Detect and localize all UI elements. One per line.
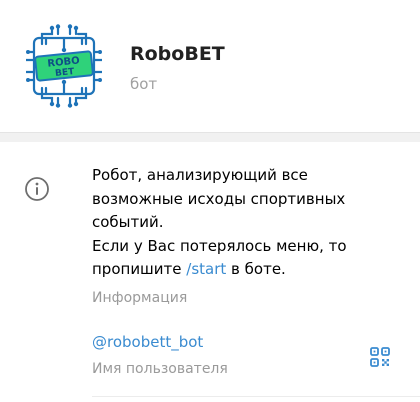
profile-header: ROBO BET RoboBET бот: [0, 0, 420, 132]
section-bottom-divider: [92, 396, 420, 397]
info-section: Робот, анализирующий все возможные исход…: [0, 142, 420, 402]
start-command-link[interactable]: /start: [186, 260, 226, 278]
svg-text:BET: BET: [55, 67, 76, 79]
about-text-end: в боте.: [226, 260, 286, 278]
info-icon: [24, 176, 50, 202]
qr-code-icon[interactable]: [369, 346, 391, 368]
username-link[interactable]: @robobett_bot: [92, 331, 203, 353]
about-caption: Информация: [92, 290, 188, 306]
about-text: Робот, анализирующий все возможные исход…: [92, 164, 392, 282]
section-divider: [0, 132, 420, 142]
profile-subtitle: бот: [130, 75, 158, 93]
robobet-logo-icon[interactable]: ROBO BET: [24, 24, 104, 108]
profile-name: RoboBET: [130, 43, 225, 65]
username-caption: Имя пользователя: [92, 361, 228, 377]
